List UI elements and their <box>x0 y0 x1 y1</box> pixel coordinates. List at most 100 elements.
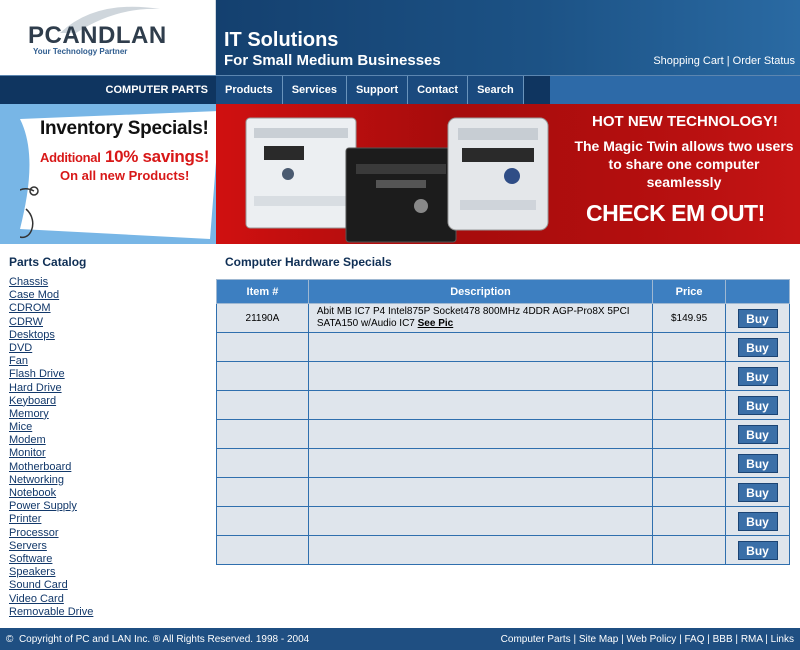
hot-tech-title: HOT NEW TECHNOLOGY! <box>592 113 778 130</box>
see-pic-link[interactable]: See Pic <box>418 318 454 329</box>
catalog-link-power-supply[interactable]: Power Supply <box>9 500 77 512</box>
nav-tabs: Products Services Support Contact Search <box>216 76 524 104</box>
footer-link-web-policy[interactable]: Web Policy <box>626 634 676 645</box>
nav-tab-support[interactable]: Support <box>346 76 409 104</box>
catalog-link-servers[interactable]: Servers <box>9 540 47 552</box>
buy-cell: Buy <box>725 535 790 565</box>
catalog-link-speakers[interactable]: Speakers <box>9 566 55 578</box>
main-content: Computer Hardware Specials Item # Descri… <box>216 244 800 628</box>
catalog-link-flash-drive[interactable]: Flash Drive <box>9 368 65 380</box>
computer-cases-image <box>245 117 549 243</box>
catalog-link-memory[interactable]: Memory <box>9 408 49 420</box>
buy-button[interactable]: Buy <box>737 453 778 473</box>
catalog-link-motherboard[interactable]: Motherboard <box>9 461 71 473</box>
catalog-link-desktops[interactable]: Desktops <box>9 329 55 341</box>
link-separator: | <box>723 55 733 67</box>
catalog-link-video-card[interactable]: Video Card <box>9 593 64 605</box>
buy-cell: Buy <box>725 419 790 449</box>
catalog-link-fan[interactable]: Fan <box>9 355 28 367</box>
buy-button[interactable]: Buy <box>737 482 778 502</box>
buy-button[interactable]: Buy <box>737 424 778 444</box>
catalog-link-mice[interactable]: Mice <box>9 421 32 433</box>
nav-tab-products[interactable]: Products <box>216 76 283 104</box>
catalog-link-hard-drive[interactable]: Hard Drive <box>9 382 62 394</box>
description-cell <box>307 390 654 420</box>
check-em-out-link[interactable]: CHECK EM OUT! <box>586 200 765 227</box>
shopping-cart-link[interactable]: Shopping Cart <box>653 55 723 67</box>
table-row: Buy <box>216 506 790 536</box>
site-header: PCANDLAN Your Technology Partner IT Solu… <box>0 0 800 75</box>
catalog-link-processor[interactable]: Processor <box>9 527 59 539</box>
description-cell <box>307 332 654 362</box>
catalog-link-notebook[interactable]: Notebook <box>9 487 56 499</box>
catalog-link-cdrom[interactable]: CDROM <box>9 302 51 314</box>
price-cell: $149.95 <box>652 303 727 333</box>
price-cell <box>652 361 727 391</box>
copyright-text: © Copyright of PC and LAN Inc. ® All Rig… <box>6 634 310 645</box>
account-links: Shopping Cart | Order Status <box>653 55 795 67</box>
price-cell <box>652 535 727 565</box>
item-number-cell <box>216 419 309 449</box>
item-number-cell: 21190A <box>216 303 309 333</box>
buy-button[interactable]: Buy <box>737 366 778 386</box>
catalog-link-monitor[interactable]: Monitor <box>9 447 46 459</box>
footer-link-links[interactable]: Links <box>771 634 794 645</box>
page-title: Computer Hardware Specials <box>225 255 392 269</box>
table-row: Buy <box>216 361 790 391</box>
price-cell <box>652 506 727 536</box>
catalog-link-case-mod[interactable]: Case Mod <box>9 289 59 301</box>
catalog-link-sound-card[interactable]: Sound Card <box>9 579 68 591</box>
buy-button[interactable]: Buy <box>737 540 778 560</box>
header-title: IT Solutions <box>224 29 339 51</box>
catalog-link-software[interactable]: Software <box>9 553 52 565</box>
table-row: Buy <box>216 448 790 478</box>
nav-tab-search[interactable]: Search <box>468 76 524 104</box>
description-cell <box>307 535 654 565</box>
nav-filler <box>550 76 800 104</box>
catalog-link-modem[interactable]: Modem <box>9 434 46 446</box>
buy-button[interactable]: Buy <box>737 511 778 531</box>
inventory-specials-banner[interactable]: Inventory Specials! Additional 10% savin… <box>0 104 216 244</box>
footer-link-faq[interactable]: FAQ <box>684 634 704 645</box>
catalog-link-printer[interactable]: Printer <box>9 513 41 525</box>
promo-title: Inventory Specials! <box>40 118 209 139</box>
price-cell <box>652 419 727 449</box>
buy-button[interactable]: Buy <box>737 337 778 357</box>
table-row: Buy <box>216 332 790 362</box>
description-cell: Abit MB IC7 P4 Intel875P Socket478 800MH… <box>307 303 654 333</box>
order-status-link[interactable]: Order Status <box>733 55 795 67</box>
logo[interactable]: PCANDLAN Your Technology Partner <box>0 0 216 75</box>
buy-button[interactable]: Buy <box>737 395 778 415</box>
footer-link-bbb[interactable]: BBB <box>713 634 733 645</box>
description-cell <box>307 506 654 536</box>
nav-section-label[interactable]: COMPUTER PARTS <box>0 76 216 104</box>
table-row: Buy <box>216 419 790 449</box>
item-number-cell <box>216 477 309 507</box>
table-header-row: Item # Description Price <box>216 279 790 304</box>
buy-button[interactable]: Buy <box>737 308 778 328</box>
column-header-description: Description <box>307 279 654 304</box>
item-number-cell <box>216 506 309 536</box>
catalog-link-networking[interactable]: Networking <box>9 474 64 486</box>
catalog-link-dvd[interactable]: DVD <box>9 342 32 354</box>
nav-tab-services[interactable]: Services <box>282 76 347 104</box>
price-cell <box>652 448 727 478</box>
magic-twin-banner[interactable]: HOT NEW TECHNOLOGY! The Magic Twin allow… <box>216 104 800 244</box>
footer-link-site-map[interactable]: Site Map <box>579 634 618 645</box>
nav-tab-contact[interactable]: Contact <box>408 76 469 104</box>
table-row: Buy <box>216 477 790 507</box>
column-header-item: Item # <box>216 279 309 304</box>
item-number-cell <box>216 448 309 478</box>
catalog-link-chassis[interactable]: Chassis <box>9 276 48 288</box>
description-cell <box>307 448 654 478</box>
catalog-link-cdrw[interactable]: CDRW <box>9 316 43 328</box>
catalog-link-keyboard[interactable]: Keyboard <box>9 395 56 407</box>
main-nav: COMPUTER PARTS Products Services Support… <box>0 75 800 104</box>
buy-cell: Buy <box>725 303 790 333</box>
catalog-link-removable-drive[interactable]: Removable Drive <box>9 606 93 618</box>
buy-cell: Buy <box>725 477 790 507</box>
description-cell <box>307 477 654 507</box>
footer-link-computer-parts[interactable]: Computer Parts <box>501 634 571 645</box>
footer-link-rma[interactable]: RMA <box>741 634 763 645</box>
table-row: Buy <box>216 390 790 420</box>
